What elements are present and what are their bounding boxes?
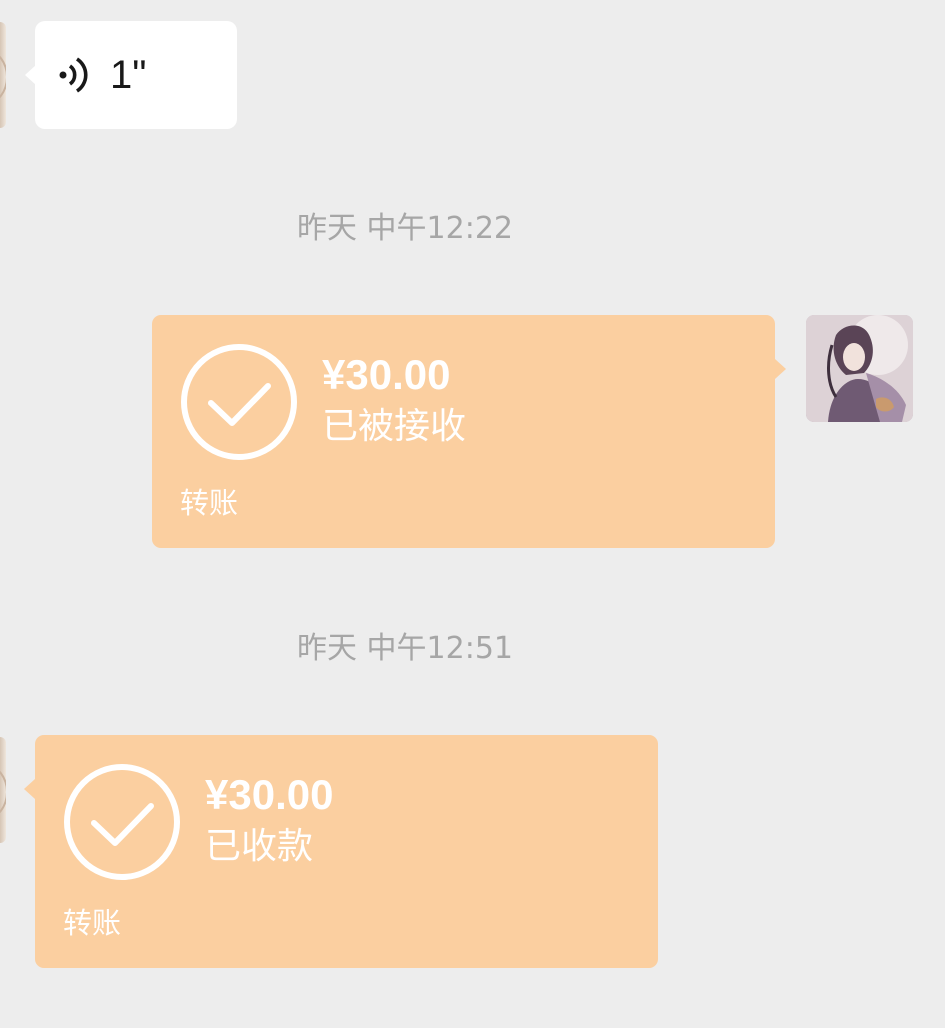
message-timestamp: 昨天 中午12:22 bbox=[297, 211, 513, 246]
transfer-amount: ¥30.00 bbox=[205, 771, 334, 818]
avatar-illustration bbox=[806, 315, 913, 422]
transfer-label: 转账 bbox=[180, 486, 239, 520]
voice-message-bubble[interactable]: 1" bbox=[25, 21, 237, 129]
message-timestamp: 昨天 中午12:51 bbox=[297, 631, 513, 666]
contact-avatar[interactable] bbox=[0, 737, 6, 843]
transfer-message-sent[interactable]: ¥30.00 已被接收 转账 bbox=[152, 315, 786, 548]
contact-avatar[interactable] bbox=[0, 22, 6, 128]
transfer-amount: ¥30.00 bbox=[322, 351, 451, 398]
transfer-label: 转账 bbox=[63, 906, 122, 940]
user-avatar[interactable] bbox=[806, 315, 913, 422]
transfer-status: 已被接收 bbox=[322, 406, 467, 447]
voice-wave-icon bbox=[59, 57, 88, 93]
transfer-status: 已收款 bbox=[205, 826, 314, 867]
check-circle-icon bbox=[181, 344, 297, 460]
transfer-message-received[interactable]: ¥30.00 已收款 转账 bbox=[24, 735, 658, 968]
check-circle-icon bbox=[64, 764, 180, 880]
voice-duration: 1" bbox=[110, 53, 147, 97]
